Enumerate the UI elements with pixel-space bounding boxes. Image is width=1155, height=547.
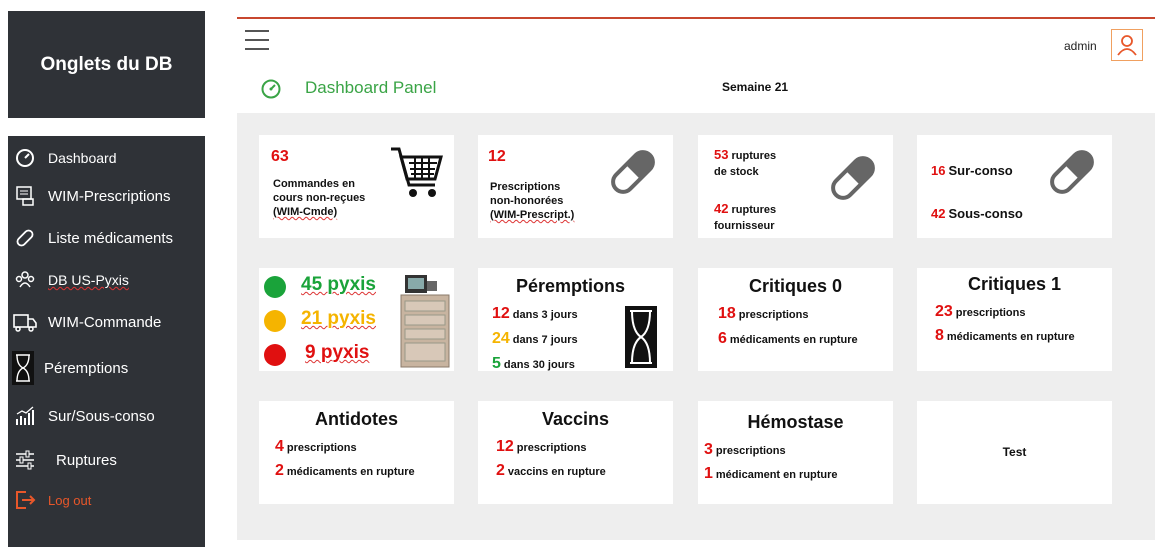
dashboard-content: 63 Commandes en cours non-reçues (WIM-Cm…: [237, 113, 1155, 540]
rupture-fournisseur-line: 42 ruptures: [714, 201, 777, 216]
sidebar-item-label: Ruptures: [56, 451, 117, 469]
pyxis-green-count: 45 pyxis: [301, 274, 376, 295]
sidebar: Dashboard WIM-Prescriptions Liste médica…: [8, 136, 205, 547]
sidebar-item-wim-commande[interactable]: WIM-Commande: [8, 304, 205, 340]
card-line-ruptures: 2 médicaments en rupture: [275, 462, 415, 479]
card-line-ruptures: 8 médicaments en rupture: [935, 327, 1075, 344]
card-line-prescriptions: 4 prescriptions: [275, 438, 357, 455]
peremption-3-jours: 12 dans 3 jours: [492, 305, 578, 322]
card-antidotes[interactable]: Antidotes 4 prescriptions 2 médicaments en…: [259, 401, 454, 504]
card-title: Vaccins: [541, 409, 610, 429]
sidebar-item-label: Péremptions: [44, 359, 129, 377]
card-title: Critiques 0: [748, 276, 843, 296]
status-dot-green: [264, 276, 286, 298]
sidebar-item-sur-sous-conso[interactable]: Sur/Sous-conso: [8, 398, 205, 434]
card-title: Hémostase: [747, 412, 844, 432]
pill-icon: [831, 156, 875, 200]
card-critiques-0[interactable]: Critiques 0 18 prescriptions 6 médicaments…: [698, 268, 893, 371]
card-ruptures[interactable]: 53 ruptures de stock 42 ruptures fournisse…: [698, 135, 893, 238]
card-title: Antidotes: [315, 409, 398, 429]
card-text-line: de stock: [714, 166, 759, 178]
sidebar-item-label: WIM-Commande: [48, 313, 162, 331]
week-label: Semaine 21: [722, 80, 789, 94]
header-divider: [237, 17, 1155, 19]
sidebar-item-label: DB US-Pyxis: [48, 272, 129, 288]
pill-icon: [12, 225, 38, 251]
card-line-ruptures: 6 médicaments en rupture: [718, 330, 858, 347]
card-commandes[interactable]: 63 Commandes en cours non-reçues (WIM-Cm…: [259, 135, 454, 238]
peremption-30-jours: 5 dans 30 jours: [492, 355, 575, 372]
card-line-prescriptions: 18 prescriptions: [718, 305, 809, 322]
card-text-line: (WIM-Prescript.): [490, 209, 575, 221]
dashboard-icon: [12, 145, 38, 171]
card-peremptions[interactable]: Péremptions 12 dans 3 jours 24 dans 7 jour…: [478, 268, 673, 372]
sidebar-item-label: Dashboard: [48, 150, 117, 166]
card-line-ruptures: 1 médicament en rupture: [704, 465, 838, 482]
card-line-ruptures: 2 vaccins en rupture: [496, 462, 606, 479]
sidebar-item-logout[interactable]: Log out: [8, 482, 205, 518]
card-text-line: (WIM-Cmde): [273, 206, 338, 218]
page: Onglets du DB Dashboard WIM-Prescription…: [0, 0, 1155, 547]
pyxis-yellow-count: 21 pyxis: [301, 308, 376, 329]
sidebar-item-dashboard[interactable]: Dashboard: [8, 140, 205, 176]
card-line-prescriptions: 3 prescriptions: [704, 441, 786, 458]
card-text-line: non-honorées: [490, 195, 564, 207]
prescription-icon: [12, 183, 38, 209]
hamburger-menu-icon[interactable]: [245, 30, 269, 50]
sliders-icon: [12, 447, 38, 473]
card-critiques-1[interactable]: Critiques 1 23 prescriptions 8 médicaments…: [917, 268, 1112, 371]
page-title: Dashboard Panel: [305, 78, 437, 97]
card-vaccins[interactable]: Vaccins 12 prescriptions 2 vaccins en rupt…: [478, 401, 673, 504]
dashboard-panel-icon: [260, 78, 282, 105]
card-title: Péremptions: [516, 276, 626, 296]
card-hemostase[interactable]: Hémostase 3 prescriptions 1 médicament en …: [698, 401, 893, 504]
sidebar-item-label: Liste médicaments: [48, 229, 174, 247]
pyxis-cabinet-icon: [400, 275, 450, 368]
status-dot-yellow: [264, 310, 286, 332]
sidebar-item-label: Log out: [48, 492, 92, 508]
card-count: 63: [271, 148, 289, 165]
shopping-cart-icon: [391, 147, 443, 197]
peremption-7-jours: 24 dans 7 jours: [492, 330, 578, 347]
hourglass-icon: [12, 351, 34, 385]
db-tabs-title: Onglets du DB: [8, 11, 205, 118]
rupture-stock-line: 53 ruptures: [714, 147, 777, 162]
user-icon: [1117, 35, 1137, 56]
sidebar-item-label: WIM-Prescriptions: [48, 187, 171, 205]
card-text-line: fournisseur: [714, 220, 775, 232]
card-prescriptions[interactable]: 12 Prescriptions non-honorées (WIM-Presc…: [478, 135, 673, 238]
pyxis-red-count: 9 pyxis: [305, 342, 370, 363]
card-count: 12: [488, 148, 506, 165]
group-icon: [12, 267, 38, 293]
pill-icon: [1050, 150, 1094, 194]
truck-icon: [12, 309, 38, 335]
sidebar-item-wim-prescriptions[interactable]: WIM-Prescriptions: [8, 178, 205, 214]
sidebar-item-label: Sur/Sous-conso: [48, 407, 155, 425]
bar-chart-icon: [12, 403, 38, 429]
pill-icon: [611, 150, 655, 194]
card-test[interactable]: Test: [917, 401, 1112, 504]
sidebar-item-liste-medicaments[interactable]: Liste médicaments: [8, 220, 205, 256]
username-label: admin: [1064, 39, 1097, 53]
card-conso[interactable]: 16 Sur-conso 42 Sous-conso: [917, 135, 1112, 238]
card-title: Test: [1002, 445, 1027, 459]
card-text-line: Prescriptions: [490, 181, 561, 193]
status-dot-red: [264, 344, 286, 366]
card-pyxis[interactable]: 45 pyxis 21 pyxis 9 pyxis: [259, 268, 454, 371]
sur-conso-line: 16 Sur-conso: [931, 163, 1013, 178]
card-line-prescriptions: 12 prescriptions: [496, 438, 587, 455]
hourglass-icon: [625, 306, 657, 368]
card-text-line: Commandes en: [273, 178, 355, 190]
logout-icon: [12, 487, 38, 513]
sidebar-item-db-us-pyxis[interactable]: DB US-Pyxis: [8, 262, 205, 298]
sidebar-item-ruptures[interactable]: Ruptures: [8, 442, 205, 478]
card-line-prescriptions: 23 prescriptions: [935, 303, 1026, 320]
sidebar-item-peremptions[interactable]: Péremptions: [8, 350, 205, 386]
card-title: Critiques 1: [967, 274, 1062, 294]
card-text-line: cours non-reçues: [273, 192, 366, 204]
avatar-button[interactable]: [1111, 29, 1143, 61]
sous-conso-line: 42 Sous-conso: [931, 206, 1023, 221]
